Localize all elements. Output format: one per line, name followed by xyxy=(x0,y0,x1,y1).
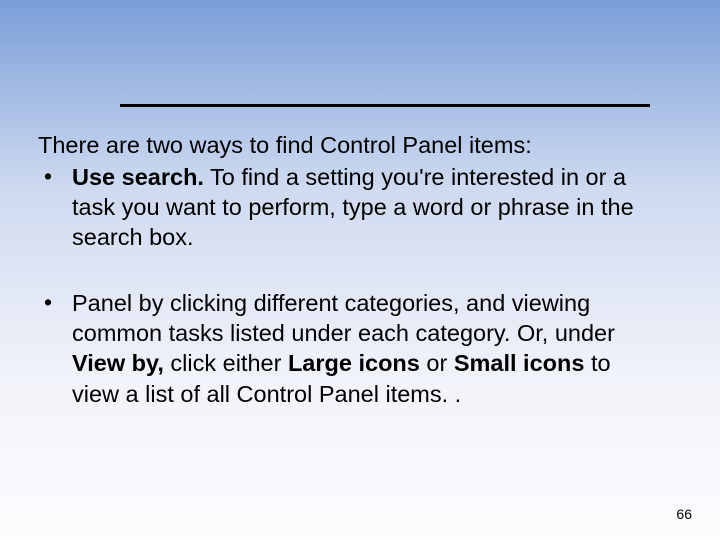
paragraph-gap xyxy=(38,252,660,288)
bullet-2-b3: Small icons xyxy=(454,350,585,376)
bullet-2-pre: Panel by clicking different categories, … xyxy=(72,290,615,346)
bullet-list: Use search. To find a setting you're int… xyxy=(38,162,660,252)
bullet-item-1: Use search. To find a setting you're int… xyxy=(38,162,660,252)
page-number: 66 xyxy=(676,506,692,522)
intro-text: There are two ways to find Control Panel… xyxy=(38,130,660,160)
bullet-item-2: Panel by clicking different categories, … xyxy=(38,288,660,408)
bullet-2-b2: Large icons xyxy=(288,350,420,376)
bullet-2-mid2: or xyxy=(420,350,454,376)
bullet-2-mid1: click either xyxy=(164,350,288,376)
title-underline xyxy=(120,104,650,107)
bullet-1-lead: Use search. xyxy=(72,164,204,190)
bullet-2-b1: View by, xyxy=(72,350,164,376)
slide: There are two ways to find Control Panel… xyxy=(0,0,720,540)
bullet-list-2: Panel by clicking different categories, … xyxy=(38,288,660,408)
slide-body: There are two ways to find Control Panel… xyxy=(38,130,660,409)
